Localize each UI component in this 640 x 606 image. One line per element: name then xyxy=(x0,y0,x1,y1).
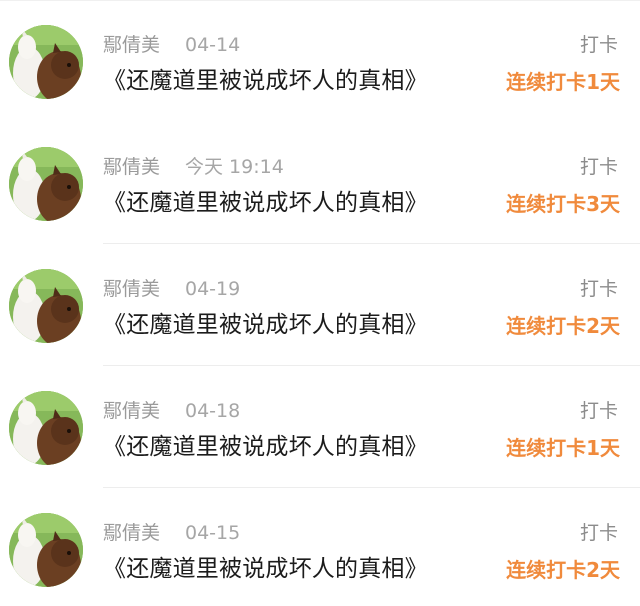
post-title[interactable]: 《还魔道里被说成坏人的真相》 xyxy=(103,554,428,584)
post-time: 04-14 xyxy=(185,34,241,56)
post-time: 04-15 xyxy=(185,522,241,544)
user-name[interactable]: 鄢倩美 xyxy=(103,399,160,423)
feed-item[interactable]: 鄢倩美 04-19 《还魔道里被说成坏人的真相》 打卡 连续打卡2天 xyxy=(0,244,640,366)
checkin-action-label: 打卡 xyxy=(579,34,618,56)
checkin-feed-list: 鄢倩美 今天 19:14 《还魔道里被说成坏人的真相》 打卡 连续打卡3天 鄢倩… xyxy=(0,0,640,606)
user-avatar[interactable] xyxy=(9,269,83,343)
user-avatar[interactable] xyxy=(9,25,83,99)
streak-label: 连续打卡3天 xyxy=(506,192,620,216)
post-title[interactable]: 《还魔道里被说成坏人的真相》 xyxy=(103,432,428,462)
user-name[interactable]: 鄢倩美 xyxy=(103,277,160,301)
post-time: 04-19 xyxy=(185,278,241,300)
checkin-action-label: 打卡 xyxy=(579,400,618,422)
streak-label: 连续打卡2天 xyxy=(506,314,620,338)
feed-item[interactable]: 鄢倩美 今天 19:14 《还魔道里被说成坏人的真相》 打卡 连续打卡3天 xyxy=(0,122,640,244)
post-time: 今天 19:14 xyxy=(185,156,284,178)
user-name[interactable]: 鄢倩美 xyxy=(103,33,160,57)
streak-label: 连续打卡2天 xyxy=(506,558,620,582)
feed-item[interactable]: 鄢倩美 04-18 《还魔道里被说成坏人的真相》 打卡 连续打卡1天 xyxy=(0,366,640,488)
checkin-action-label: 打卡 xyxy=(579,156,618,178)
post-time: 04-18 xyxy=(185,400,241,422)
user-avatar[interactable] xyxy=(9,391,83,465)
feed-item[interactable]: 鄢倩美 04-15 《还魔道里被说成坏人的真相》 打卡 连续打卡2天 xyxy=(0,488,640,606)
feed-item[interactable]: 鄢倩美 04-14 《还魔道里被说成坏人的真相》 打卡 连续打卡1天 xyxy=(0,0,640,122)
user-name[interactable]: 鄢倩美 xyxy=(103,155,160,179)
user-name[interactable]: 鄢倩美 xyxy=(103,521,160,545)
streak-label: 连续打卡1天 xyxy=(506,70,620,94)
streak-label: 连续打卡1天 xyxy=(506,436,620,460)
checkin-action-label: 打卡 xyxy=(579,278,618,300)
post-title[interactable]: 《还魔道里被说成坏人的真相》 xyxy=(103,66,428,96)
user-avatar[interactable] xyxy=(9,513,83,587)
post-title[interactable]: 《还魔道里被说成坏人的真相》 xyxy=(103,310,428,340)
user-avatar[interactable] xyxy=(9,147,83,221)
checkin-action-label: 打卡 xyxy=(579,522,618,544)
post-title[interactable]: 《还魔道里被说成坏人的真相》 xyxy=(103,188,428,218)
